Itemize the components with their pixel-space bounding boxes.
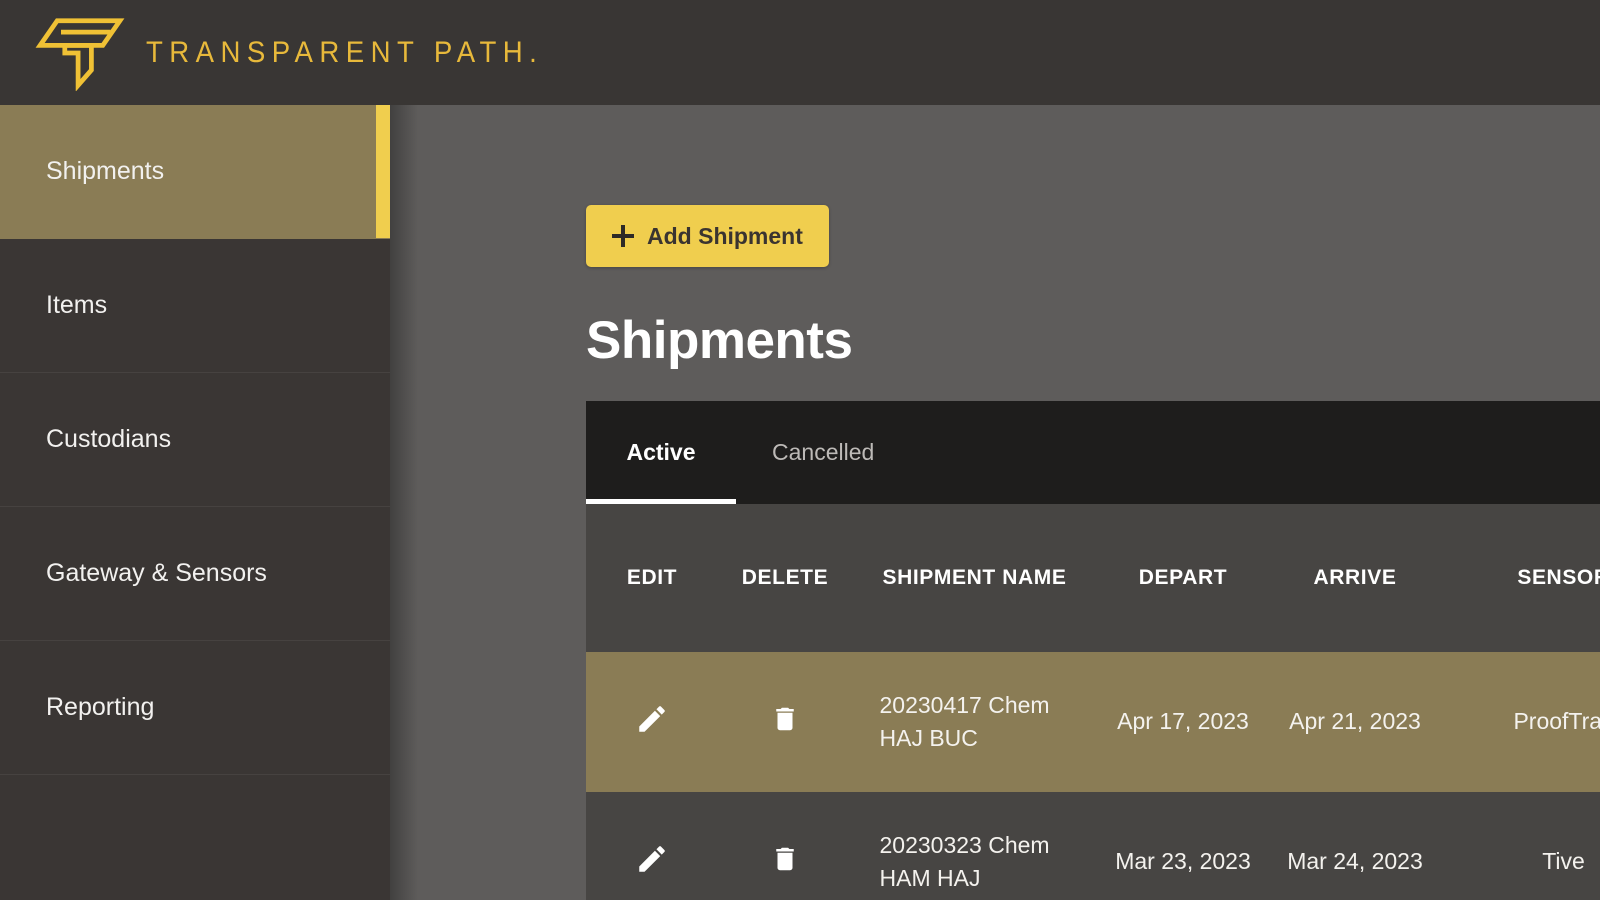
brand-name: TRANSPARENT PATH. (146, 35, 544, 69)
pencil-icon[interactable] (632, 699, 672, 739)
depart-date-text: Mar 23, 2023 (1115, 848, 1251, 875)
table-row[interactable]: 20230323 Chem HAM HAJ Mar 23, 2023 Mar 2… (586, 792, 1600, 900)
sidebar-item-label: Reporting (46, 693, 155, 721)
column-header-arrive[interactable]: ARRIVE (1269, 504, 1441, 652)
column-header-edit[interactable]: EDIT (586, 504, 718, 652)
tab-bar: Active Cancelled (586, 401, 1600, 504)
transparent-path-logo-icon (35, 17, 125, 91)
cell-edit (586, 792, 718, 900)
tab-label: Active (626, 439, 696, 465)
cell-depart: Apr 17, 2023 (1097, 652, 1269, 792)
sidebar-item-label: Items (46, 291, 108, 319)
cell-shipment-name: 20230323 Chem HAM HAJ (852, 792, 1097, 900)
trash-icon[interactable] (765, 699, 805, 739)
arrive-date-text: Apr 21, 2023 (1289, 708, 1421, 735)
sidebar-item-label: Custodians (46, 425, 172, 453)
column-header-delete[interactable]: DELETE (718, 504, 852, 652)
sidebar-item-label: Gateway & Sensors (46, 559, 267, 587)
sidebar-item-label: Shipments (46, 157, 165, 185)
arrive-date-text: Mar 24, 2023 (1287, 848, 1423, 875)
shipments-table: EDIT DELETE SHIPMENT NAME DEPART ARRIVE … (586, 504, 1600, 900)
tab-cancelled[interactable]: Cancelled (736, 401, 910, 504)
shipment-name-text: 20230323 Chem HAM HAJ (879, 831, 1050, 891)
plus-icon (612, 225, 634, 247)
main-content: Add Shipment Shipments Active Cancelled … (390, 105, 1600, 900)
cell-arrive: Apr 21, 2023 (1269, 652, 1441, 792)
page-title: Shipments (586, 311, 853, 370)
trash-icon[interactable] (765, 839, 805, 879)
sidebar-item-items[interactable]: Items (0, 239, 390, 373)
sensor-text: ProofTrac (1513, 708, 1600, 735)
table-header: EDIT DELETE SHIPMENT NAME DEPART ARRIVE … (586, 504, 1600, 652)
table-body: 20230417 Chem HAJ BUC Apr 17, 2023 Apr 2… (586, 652, 1600, 900)
top-bar: TRANSPARENT PATH. (0, 0, 1600, 105)
cell-arrive: Mar 24, 2023 (1269, 792, 1441, 900)
table-row[interactable]: 20230417 Chem HAJ BUC Apr 17, 2023 Apr 2… (586, 652, 1600, 792)
cell-sensor: Tive (1441, 792, 1600, 900)
cell-shipment-name: 20230417 Chem HAJ BUC (852, 652, 1097, 792)
add-shipment-button[interactable]: Add Shipment (586, 205, 829, 267)
cell-delete (718, 792, 852, 900)
cell-edit (586, 652, 718, 792)
column-header-sensor[interactable]: SENSOR (1441, 504, 1600, 652)
cell-depart: Mar 23, 2023 (1097, 792, 1269, 900)
sensor-text: Tive (1542, 848, 1585, 875)
brand-logo[interactable]: TRANSPARENT PATH. (0, 15, 578, 91)
sidebar-item-shipments[interactable]: Shipments (0, 105, 390, 239)
cell-sensor: ProofTrac (1441, 652, 1600, 792)
cell-delete (718, 652, 852, 792)
column-header-depart[interactable]: DEPART (1097, 504, 1269, 652)
table-header-row: EDIT DELETE SHIPMENT NAME DEPART ARRIVE … (586, 504, 1600, 652)
pencil-icon[interactable] (632, 839, 672, 879)
depart-date-text: Apr 17, 2023 (1117, 708, 1249, 735)
shipment-name-text: 20230417 Chem HAJ BUC (879, 691, 1050, 751)
tab-label: Cancelled (772, 439, 875, 465)
sidebar-item-reporting[interactable]: Reporting (0, 641, 390, 775)
tab-active[interactable]: Active (586, 401, 736, 504)
sidebar-item-custodians[interactable]: Custodians (0, 373, 390, 507)
sidebar: Shipments Items Custodians Gateway & Sen… (0, 105, 390, 900)
shipments-panel: Active Cancelled EDIT DELETE SHIPMENT NA… (586, 401, 1600, 900)
sidebar-item-gateway-sensors[interactable]: Gateway & Sensors (0, 507, 390, 641)
add-shipment-label: Add Shipment (647, 222, 803, 249)
column-header-shipment-name[interactable]: SHIPMENT NAME (852, 504, 1097, 652)
app-root: TRANSPARENT PATH. Shipments Items Custod… (0, 0, 1600, 900)
